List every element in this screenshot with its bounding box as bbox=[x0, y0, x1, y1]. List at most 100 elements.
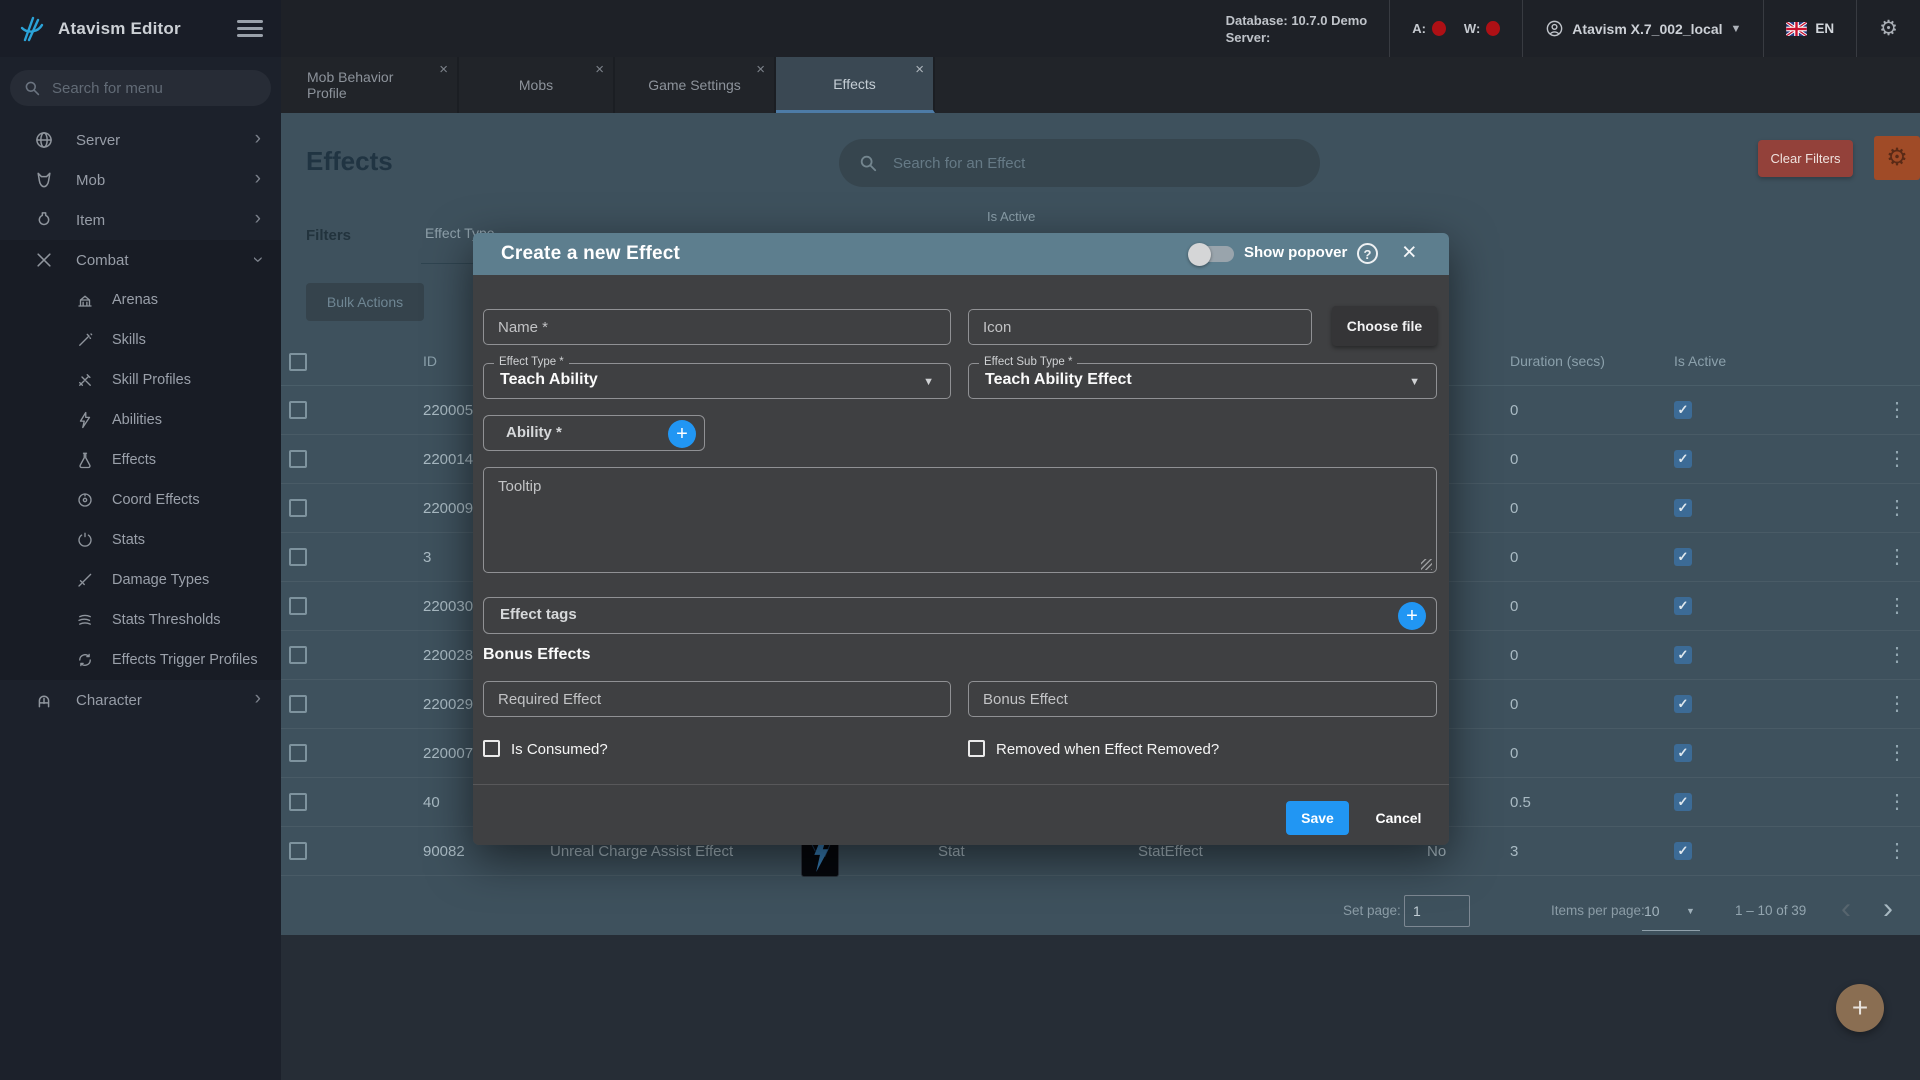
modal-body: Choose file Effect Type * Teach Ability … bbox=[473, 275, 1449, 845]
is-active-checkbox[interactable]: ✓ bbox=[1674, 401, 1692, 419]
add-effect-fab[interactable]: + bbox=[1836, 984, 1884, 1032]
tab-mobs[interactable]: Mobs × bbox=[459, 57, 615, 113]
row-menu-icon[interactable]: ⋮ bbox=[1887, 840, 1907, 862]
sidebar-item-effects[interactable]: Effects bbox=[0, 440, 281, 480]
row-menu-icon[interactable]: ⋮ bbox=[1887, 693, 1907, 715]
row-checkbox[interactable] bbox=[289, 793, 307, 811]
sidebar-item-effects-trigger-profiles[interactable]: Effects Trigger Profiles bbox=[0, 640, 281, 680]
row-checkbox[interactable] bbox=[289, 450, 307, 468]
tab-close-icon[interactable]: × bbox=[756, 61, 765, 78]
row-menu-icon[interactable]: ⋮ bbox=[1887, 448, 1907, 470]
row-checkbox[interactable] bbox=[289, 646, 307, 664]
is-consumed-checkbox[interactable] bbox=[483, 740, 500, 757]
sidebar-search[interactable] bbox=[10, 70, 271, 106]
tab-close-icon[interactable]: × bbox=[439, 61, 448, 78]
language-label: EN bbox=[1815, 21, 1835, 36]
row-menu-icon[interactable]: ⋮ bbox=[1887, 644, 1907, 666]
effect-sub-type-select[interactable]: Effect Sub Type * Teach Ability Effect ▼ bbox=[968, 356, 1437, 399]
row-menu-icon[interactable]: ⋮ bbox=[1887, 399, 1907, 421]
table-settings-button[interactable]: ⚙ bbox=[1874, 136, 1920, 180]
sidebar-item-arenas[interactable]: Arenas bbox=[0, 280, 281, 320]
row-menu-icon[interactable]: ⋮ bbox=[1887, 595, 1907, 617]
is-active-checkbox[interactable]: ✓ bbox=[1674, 499, 1692, 517]
help-icon[interactable]: ? bbox=[1357, 243, 1378, 264]
sidebar-item-character[interactable]: Character › bbox=[0, 680, 281, 720]
clear-filters-button[interactable]: Clear Filters bbox=[1758, 140, 1853, 177]
sidebar-item-stats-thresholds[interactable]: Stats Thresholds bbox=[0, 600, 281, 640]
is-active-checkbox[interactable]: ✓ bbox=[1674, 450, 1692, 468]
row-menu-icon[interactable]: ⋮ bbox=[1887, 497, 1907, 519]
tab-mob-behavior-profile[interactable]: Mob Behavior Profile × bbox=[281, 57, 459, 113]
is-active-checkbox[interactable]: ✓ bbox=[1674, 646, 1692, 664]
is-active-checkbox[interactable]: ✓ bbox=[1674, 548, 1692, 566]
cancel-button[interactable]: Cancel bbox=[1360, 801, 1437, 835]
next-page-icon[interactable]: › bbox=[1883, 892, 1893, 926]
choose-file-button[interactable]: Choose file bbox=[1332, 306, 1437, 346]
sidebar-item-abilities[interactable]: Abilities bbox=[0, 400, 281, 440]
row-checkbox[interactable] bbox=[289, 744, 307, 762]
add-ability-button[interactable]: + bbox=[668, 420, 696, 448]
tab-close-icon[interactable]: × bbox=[595, 61, 604, 78]
sidebar-item-damage-types[interactable]: Damage Types bbox=[0, 560, 281, 600]
row-checkbox[interactable] bbox=[289, 401, 307, 419]
chevron-expanded-icon: › bbox=[247, 256, 269, 263]
tab-effects[interactable]: Effects × bbox=[776, 57, 935, 113]
set-page-input[interactable] bbox=[1404, 895, 1470, 927]
close-icon[interactable]: × bbox=[1402, 238, 1417, 267]
icon-field[interactable] bbox=[968, 309, 1312, 345]
row-menu-icon[interactable]: ⋮ bbox=[1887, 791, 1907, 813]
sidebar-item-skill-profiles[interactable]: Skill Profiles bbox=[0, 360, 281, 400]
hamburger-menu-icon[interactable] bbox=[237, 19, 263, 38]
settings-gear-icon[interactable]: ⚙ bbox=[1879, 16, 1898, 41]
sidebar-item-combat[interactable]: Combat › bbox=[0, 240, 281, 280]
sidebar-item-skills[interactable]: Skills bbox=[0, 320, 281, 360]
bulk-actions-button: Bulk Actions bbox=[306, 283, 424, 321]
effect-search-input[interactable] bbox=[891, 153, 1300, 173]
language-switcher[interactable]: EN bbox=[1763, 0, 1856, 57]
row-checkbox[interactable] bbox=[289, 548, 307, 566]
top-bar: Atavism Editor Database: 10.7.0 Demo Ser… bbox=[0, 0, 1920, 57]
previous-page-icon[interactable]: ‹ bbox=[1841, 892, 1851, 926]
chevron-right-icon: › bbox=[254, 208, 261, 229]
sidebar-item-server[interactable]: Server › bbox=[0, 120, 281, 160]
removed-when-effect-removed-checkbox[interactable] bbox=[968, 740, 985, 757]
add-effect-tag-button[interactable]: + bbox=[1398, 602, 1426, 630]
row-checkbox[interactable] bbox=[289, 695, 307, 713]
sidebar-item-item[interactable]: Item › bbox=[0, 200, 281, 240]
row-menu-icon[interactable]: ⋮ bbox=[1887, 742, 1907, 764]
effect-tags-field[interactable]: Effect tags + bbox=[483, 597, 1437, 634]
ability-field[interactable]: Ability * + bbox=[483, 415, 705, 451]
chevron-right-icon: › bbox=[254, 168, 261, 189]
select-all-checkbox[interactable] bbox=[289, 353, 307, 371]
row-checkbox[interactable] bbox=[289, 597, 307, 615]
sidebar-item-coord-effects[interactable]: Coord Effects bbox=[0, 480, 281, 520]
tab-game-settings[interactable]: Game Settings × bbox=[615, 57, 776, 113]
profile-menu[interactable]: Atavism X.7_002_local ▼ bbox=[1522, 0, 1763, 57]
effect-search[interactable] bbox=[839, 139, 1320, 187]
row-menu-icon[interactable]: ⋮ bbox=[1887, 546, 1907, 568]
tooltip-field[interactable] bbox=[483, 467, 1437, 573]
is-active-checkbox[interactable]: ✓ bbox=[1674, 597, 1692, 615]
modal-title: Create a new Effect bbox=[501, 243, 681, 264]
is-active-checkbox[interactable]: ✓ bbox=[1674, 842, 1692, 860]
row-checkbox[interactable] bbox=[289, 499, 307, 517]
is-active-checkbox[interactable]: ✓ bbox=[1674, 744, 1692, 762]
sidebar-item-mob[interactable]: Mob › bbox=[0, 160, 281, 200]
show-popover-toggle[interactable] bbox=[1188, 242, 1234, 266]
bonus-effect-field[interactable] bbox=[968, 681, 1437, 717]
save-button[interactable]: Save bbox=[1286, 801, 1349, 835]
sidebar-search-input[interactable] bbox=[50, 78, 257, 98]
items-per-page-value[interactable]: 10 bbox=[1644, 903, 1660, 919]
is-active-checkbox[interactable]: ✓ bbox=[1674, 695, 1692, 713]
row-checkbox[interactable] bbox=[289, 842, 307, 860]
sidebar-item-stats[interactable]: Stats bbox=[0, 520, 281, 560]
effect-type-select[interactable]: Effect Type * Teach Ability ▼ bbox=[483, 356, 951, 399]
required-effect-field[interactable] bbox=[483, 681, 951, 717]
is-active-checkbox[interactable]: ✓ bbox=[1674, 793, 1692, 811]
modal-header: Create a new Effect Show popover ? × bbox=[473, 233, 1449, 275]
chevron-right-icon: › bbox=[254, 128, 261, 149]
name-field[interactable] bbox=[483, 309, 951, 345]
sidebar-item-label: Character bbox=[76, 691, 142, 709]
tab-close-icon[interactable]: × bbox=[915, 61, 924, 78]
bonus-effects-heading: Bonus Effects bbox=[483, 646, 591, 663]
